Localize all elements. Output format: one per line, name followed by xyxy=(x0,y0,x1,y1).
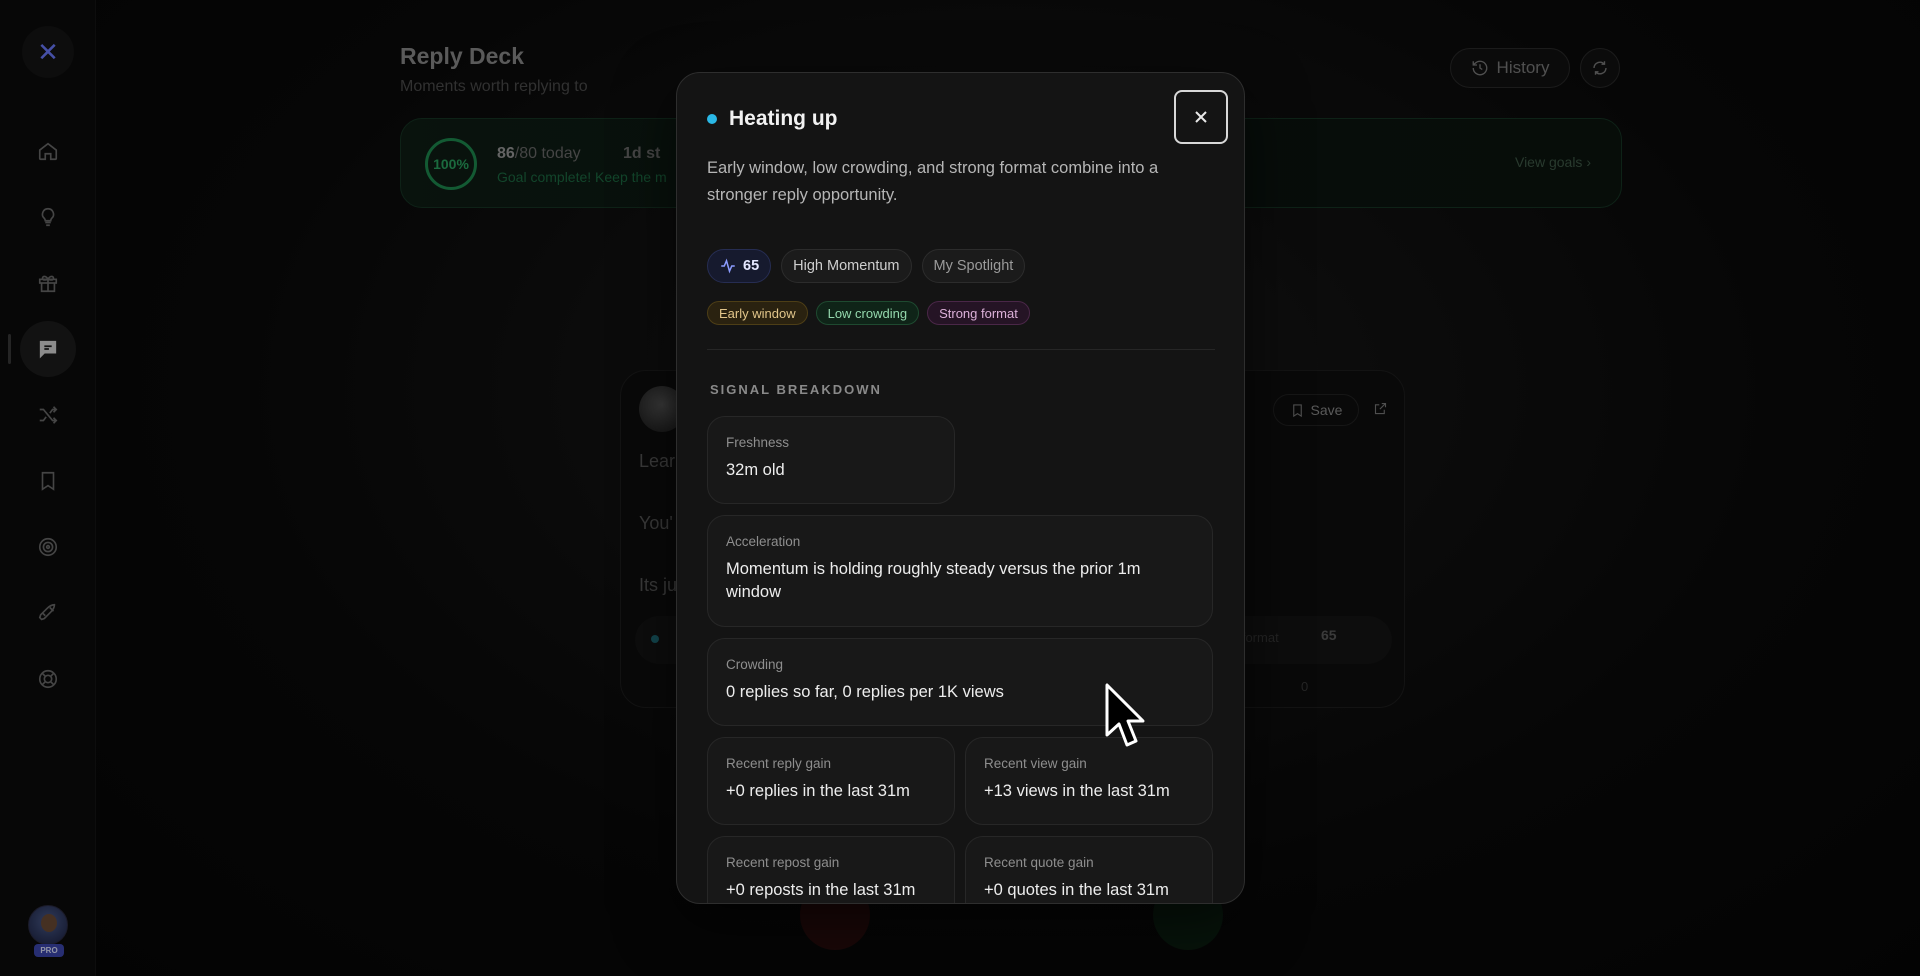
modal-description: Early window, low crowding, and strong f… xyxy=(707,159,1159,204)
signal-value: +0 quotes in the last 31m xyxy=(984,881,1169,899)
signal-card-reply-gain: Recent reply gain +0 replies in the last… xyxy=(707,737,955,825)
momentum-score-chip: 65 xyxy=(707,249,772,283)
signal-card-freshness: Freshness 32m old xyxy=(707,416,955,504)
signal-label: Freshness xyxy=(726,435,790,450)
signal-chips: 65 High Momentum My Spotlight xyxy=(707,249,1026,283)
tag-low-crowding: Low crowding xyxy=(815,301,920,325)
signal-card-view-gain: Recent view gain +13 views in the last 3… xyxy=(965,737,1213,825)
signal-card-quote-gain: Recent quote gain +0 quotes in the last … xyxy=(965,836,1213,903)
signal-label: Recent reply gain xyxy=(726,756,832,771)
modal-header: Heating up xyxy=(707,107,838,131)
close-icon xyxy=(1195,111,1207,123)
signal-value: 32m old xyxy=(726,461,785,479)
signal-label: Recent repost gain xyxy=(726,855,840,870)
momentum-score: 65 xyxy=(743,258,760,274)
close-button[interactable] xyxy=(1174,90,1228,144)
chip-my-spotlight: My Spotlight xyxy=(921,249,1026,283)
section-label: SIGNAL BREAKDOWN xyxy=(710,382,882,397)
signal-label: Acceleration xyxy=(726,534,801,549)
tag-early-window: Early window xyxy=(707,301,808,325)
signal-value: Momentum is holding roughly steady versu… xyxy=(726,560,1141,601)
chip-high-momentum: High Momentum xyxy=(781,249,912,283)
mouse-cursor-icon xyxy=(1105,683,1145,747)
divider xyxy=(707,349,1215,350)
signal-label: Recent view gain xyxy=(984,756,1087,771)
signal-card-acceleration: Acceleration Momentum is holding roughly… xyxy=(707,515,1213,627)
signal-value: +0 replies in the last 31m xyxy=(726,782,910,800)
signal-label: Recent quote gain xyxy=(984,855,1094,870)
signal-value: +13 views in the last 31m xyxy=(984,782,1170,800)
signal-value: +0 reposts in the last 31m xyxy=(726,881,916,899)
modal-title: Heating up xyxy=(729,107,838,130)
status-dot xyxy=(707,114,717,124)
signal-tags: Early window Low crowding Strong format xyxy=(707,301,1030,325)
signal-label: Crowding xyxy=(726,657,784,672)
signal-card-repost-gain: Recent repost gain +0 reposts in the las… xyxy=(707,836,955,903)
pulse-icon xyxy=(721,258,735,274)
tag-strong-format: Strong format xyxy=(927,301,1030,325)
signal-detail-modal: Heating up Early window, low crowding, a… xyxy=(676,72,1245,904)
